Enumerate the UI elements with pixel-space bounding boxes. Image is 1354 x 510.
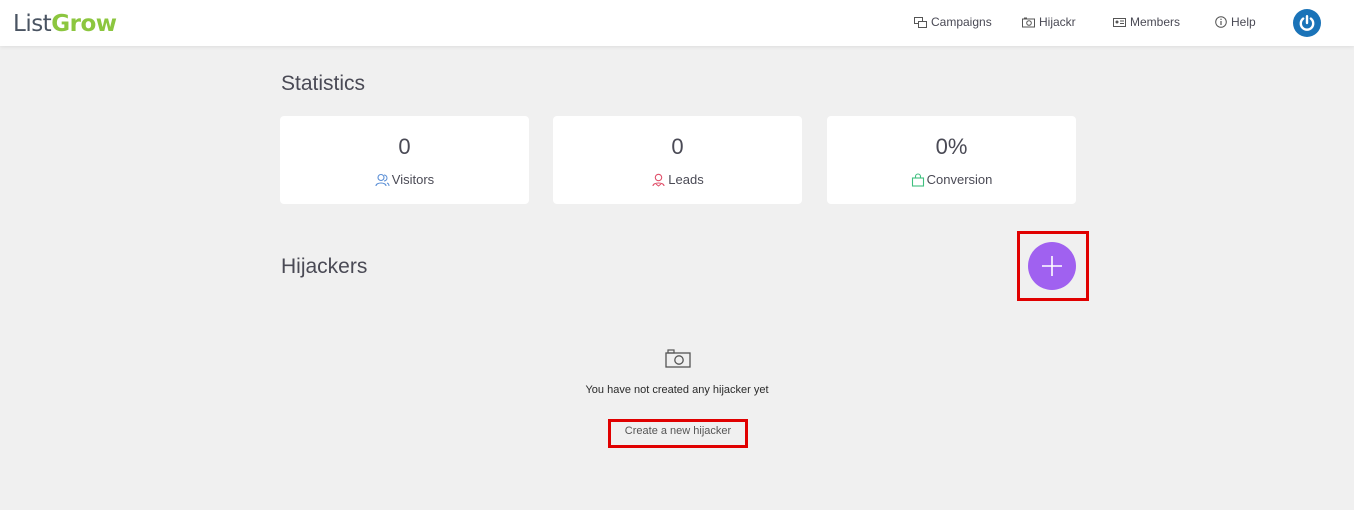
create-hijacker-link[interactable]: Create a new hijacker — [608, 425, 748, 437]
visitors-label-row: Visitors — [280, 172, 529, 187]
conversion-card: 0% Conversion — [827, 116, 1076, 204]
nav-help-label: Help — [1231, 15, 1256, 29]
bag-icon — [911, 172, 924, 187]
leads-value: 0 — [671, 134, 684, 159]
conversion-label: Conversion — [926, 172, 993, 187]
nav-campaigns[interactable]: Campaigns — [914, 15, 992, 29]
conversion-value: 0% — [935, 134, 968, 159]
leads-label-row: Leads — [553, 172, 802, 187]
visitors-label: Visitors — [391, 172, 435, 187]
info-icon — [1215, 16, 1227, 28]
statistics-title: Statistics — [281, 72, 366, 95]
leads-card: 0 Leads — [553, 116, 802, 204]
nav-hijackr-label: Hijackr — [1039, 15, 1076, 29]
campaigns-icon — [914, 16, 927, 28]
logo-text-grow: Grow — [51, 11, 117, 37]
camera-icon — [1022, 17, 1035, 27]
nav-campaigns-label: Campaigns — [931, 15, 992, 29]
power-button[interactable] — [1293, 9, 1321, 37]
id-card-icon — [1113, 17, 1126, 27]
visitors-card: 0 Visitors — [280, 116, 529, 204]
add-hijacker-button[interactable] — [1028, 242, 1076, 290]
nav-help[interactable]: Help — [1215, 15, 1256, 29]
visitors-value: 0 — [398, 134, 411, 159]
listgrow-logo[interactable]: ListGrow — [13, 11, 117, 37]
conversion-label-row: Conversion — [827, 172, 1076, 187]
nav-members-label: Members — [1130, 15, 1181, 29]
empty-state-message: You have not created any hijacker yet — [585, 384, 769, 396]
leads-icon — [652, 173, 665, 187]
hijackers-title: Hijackers — [281, 255, 368, 278]
camera-icon — [665, 349, 691, 368]
top-navbar: ListGrow Campaigns Hijackr Members Help — [0, 0, 1354, 46]
logo-text-list: List — [13, 11, 52, 37]
visitors-icon — [375, 173, 390, 186]
nav-hijackr[interactable]: Hijackr — [1022, 15, 1076, 29]
nav-members[interactable]: Members — [1113, 15, 1180, 29]
plus-icon — [1042, 256, 1062, 276]
power-icon — [1299, 15, 1315, 31]
leads-label: Leads — [668, 172, 704, 187]
